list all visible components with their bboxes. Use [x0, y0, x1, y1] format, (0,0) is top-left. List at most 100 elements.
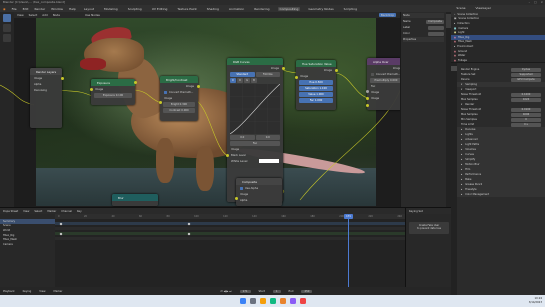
npanel-properties-header[interactable]: Properties: [403, 37, 444, 42]
track[interactable]: [55, 232, 405, 235]
channel-label: Summary: [3, 219, 16, 223]
max-samples-field[interactable]: 1024: [511, 97, 541, 102]
feature-set-dropdown[interactable]: Supported: [511, 72, 541, 77]
channel-row[interactable]: Camera: [0, 242, 55, 247]
summary-track[interactable]: [55, 222, 405, 225]
menu-key[interactable]: Key: [77, 210, 82, 213]
composite-use-alpha-checkbox[interactable]: Use Alpha: [240, 186, 278, 191]
bright-contrast-convert-checkbox[interactable]: Convert Premulti...: [164, 90, 194, 95]
socket-output[interactable]: [334, 69, 338, 72]
curves-tab-filmlike[interactable]: Filmlike: [255, 72, 280, 77]
keying-menu[interactable]: Keying: [23, 290, 32, 293]
app-icon[interactable]: [299, 298, 306, 304]
editor-type-dropdown[interactable]: Dope Sheet: [3, 210, 18, 213]
socket-output[interactable]: [196, 85, 200, 88]
alpha-over-convert-checkbox[interactable]: Convert Premulti...: [371, 72, 401, 77]
fake-user-notice[interactable]: Create Fake User to prevent data loss: [409, 222, 449, 234]
node-composite[interactable]: Composite Use Alpha Image Alpha: [234, 178, 282, 206]
system-tray-clock[interactable]: 10:24 3/14/2023: [529, 297, 542, 305]
curves-channel-b[interactable]: B: [251, 78, 257, 83]
curves-channel-r[interactable]: R: [237, 78, 243, 83]
search-icon[interactable]: [249, 298, 256, 304]
panel-header-color-management[interactable]: ▸ Color Management: [451, 192, 545, 197]
current-frame-field[interactable]: 171: [239, 289, 251, 293]
playback-menu[interactable]: Playback: [3, 290, 15, 293]
menu-select[interactable]: Select: [34, 210, 42, 213]
device-dropdown[interactable]: GPU Compute: [511, 77, 541, 82]
socket-input[interactable]: [365, 97, 369, 100]
premultiply-field[interactable]: Premultiply 0.000: [370, 78, 402, 83]
noise-threshold-field[interactable]: 0.0100: [511, 107, 541, 112]
npanel-node-header[interactable]: Node: [403, 13, 444, 18]
socket-output[interactable]: [60, 77, 64, 80]
white-level-color-swatch[interactable]: [259, 159, 279, 163]
checkbox-icon[interactable]: [371, 73, 374, 76]
value-field[interactable]: Value 1.000: [299, 92, 333, 97]
noise-threshold-field[interactable]: 0.1000: [511, 92, 541, 97]
ruler-tick-label: 100: [194, 215, 199, 218]
curves-white-level-label: White Level: [231, 159, 248, 163]
curve-point-y[interactable]: 0.0: [255, 135, 280, 140]
node-color-field[interactable]: [428, 31, 444, 36]
socket-input[interactable]: [294, 76, 298, 79]
file-explorer-icon[interactable]: [259, 298, 266, 304]
checkbox-icon[interactable]: [240, 187, 243, 190]
exposure-value-field[interactable]: Exposure 0.100: [94, 93, 132, 98]
view-menu[interactable]: View: [39, 290, 45, 293]
node-render-layers[interactable]: Render Layers Image Alpha Denoising: [30, 68, 64, 128]
max-samples-field[interactable]: 4096: [511, 112, 541, 117]
saturation-field[interactable]: Saturation 1.100: [299, 86, 333, 91]
socket-input[interactable]: [365, 104, 369, 107]
node-bright-contrast[interactable]: Bright/Contrast Image Convert Premulti..…: [158, 76, 200, 121]
playhead-line[interactable]: [348, 214, 349, 288]
play-controls[interactable]: ⏮ ◀ ▶ ⏭: [220, 290, 231, 293]
scene-tab-icon[interactable]: [451, 84, 457, 89]
node-exposure[interactable]: Exposure Image Exposure 0.100: [89, 79, 137, 105]
socket-input[interactable]: [225, 154, 229, 157]
curve-graph[interactable]: [230, 84, 280, 134]
min-samples-field[interactable]: 0: [511, 117, 541, 122]
menu-channel[interactable]: Channel: [61, 210, 72, 213]
current-frame-indicator[interactable]: 171: [344, 214, 353, 219]
end-frame-field[interactable]: 250: [301, 289, 313, 293]
contrast-field[interactable]: Contrast 0.000: [163, 108, 195, 113]
outliner-row-label: Camera: [458, 26, 469, 30]
view-layer-tab-icon[interactable]: [451, 78, 457, 83]
output-tab-icon[interactable]: [451, 72, 457, 77]
socket-input[interactable]: [158, 101, 162, 104]
blender-taskbar-icon[interactable]: [279, 298, 286, 304]
hue-sat-fac-field[interactable]: Fac 1.000: [299, 98, 333, 103]
start-icon[interactable]: [239, 298, 246, 304]
marker-menu[interactable]: Marker: [53, 290, 62, 293]
browser-icon[interactable]: [269, 298, 276, 304]
world-tab-icon[interactable]: [451, 90, 457, 95]
socket-input[interactable]: [234, 197, 238, 200]
socket-input[interactable]: [89, 88, 93, 91]
curves-channel-g[interactable]: G: [244, 78, 250, 83]
node-name-field[interactable]: Composite: [426, 19, 444, 24]
socket-input[interactable]: [365, 90, 369, 93]
socket-output[interactable]: [133, 81, 137, 84]
fac-label: Fac: [309, 99, 314, 102]
curves-fac-field[interactable]: Fac: [230, 141, 280, 146]
render-tab-icon[interactable]: [451, 66, 457, 71]
node-hue-saturation[interactable]: Hue Saturation Value Image Image Hue 0.5…: [294, 60, 338, 110]
curves-channel-c[interactable]: C: [230, 78, 236, 83]
menu-marker[interactable]: Marker: [47, 210, 56, 213]
hue-field[interactable]: Hue 0.500: [299, 80, 333, 85]
track[interactable]: [55, 227, 405, 230]
time-limit-field[interactable]: 0 s: [511, 122, 541, 127]
track[interactable]: [55, 237, 405, 240]
start-frame-field[interactable]: 1: [272, 289, 281, 293]
curve-point-x[interactable]: 0.0: [230, 135, 255, 140]
checkbox-icon[interactable]: [164, 91, 167, 94]
node-label-field[interactable]: [428, 25, 444, 30]
bright-field[interactable]: Bright 0.300: [163, 102, 195, 107]
socket-output[interactable]: [281, 67, 285, 70]
search-icon[interactable]: ⌕: [454, 13, 455, 16]
app-icon[interactable]: [289, 298, 296, 304]
node-glare[interactable]: Blur: [112, 194, 158, 206]
render-engine-dropdown[interactable]: Cycles: [511, 67, 541, 72]
curves-tab-standard[interactable]: Standard: [230, 72, 255, 77]
menu-view[interactable]: View: [23, 210, 29, 213]
